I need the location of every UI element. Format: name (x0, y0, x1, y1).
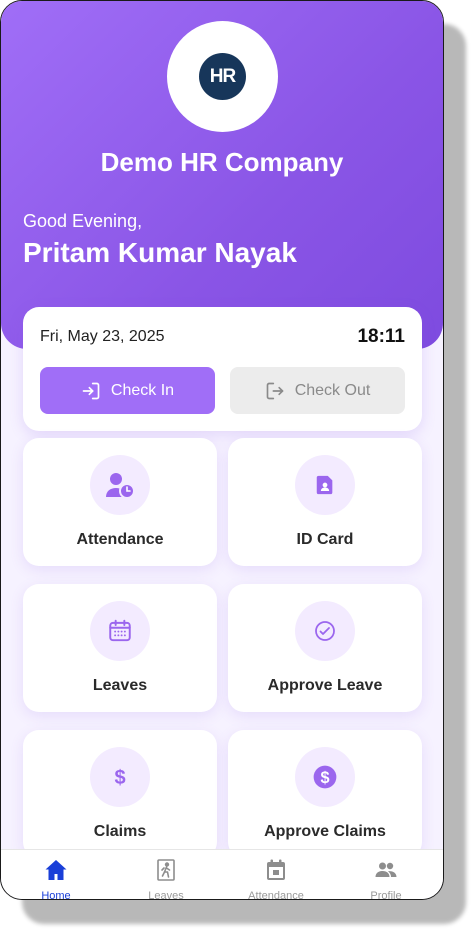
home-icon (45, 860, 67, 880)
approve-leave-icon-circle (295, 601, 355, 661)
check-in-label: Check In (110, 381, 175, 399)
company-logo: HR (167, 21, 278, 132)
exit-door-icon (157, 859, 175, 881)
check-out-label: Check Out (294, 381, 371, 399)
dollar-icon: $ (114, 767, 125, 789)
user-name: Pritam Kumar Nayak (23, 237, 297, 268)
id-card-icon-circle (295, 455, 355, 515)
user-clock-icon (106, 473, 135, 499)
dollar-circle-icon: $ (313, 765, 337, 789)
check-out-button[interactable]: Check Out (230, 367, 405, 414)
svg-text:$: $ (320, 769, 329, 787)
id-card-icon (316, 475, 333, 495)
check-card: Fri, May 23, 2025 18:11 Check In Check O… (23, 307, 422, 431)
calendar-icon (267, 859, 285, 880)
nav-profile[interactable]: Profile (331, 850, 441, 900)
tile-label: Approve Claims (264, 823, 386, 840)
phone-frame: HR Demo HR Company Good Evening, Pritam … (0, 0, 444, 900)
current-time: 18:11 (357, 326, 405, 347)
greeting-text: Good Evening, (23, 211, 143, 231)
tile-approve-leave[interactable]: Approve Leave (228, 584, 422, 712)
logout-icon (266, 382, 284, 399)
tile-label: Approve Leave (267, 677, 383, 694)
login-icon (82, 382, 100, 399)
tile-label: Claims (93, 823, 147, 840)
check-circle-icon (315, 621, 335, 641)
leaves-icon-circle (90, 601, 150, 661)
tile-attendance[interactable]: Attendance (23, 438, 217, 566)
tile-label: Attendance (76, 531, 164, 548)
calendar-icon (109, 619, 131, 642)
tile-approve-claims[interactable]: $ Approve Claims (228, 730, 422, 858)
users-icon (375, 862, 397, 877)
nav-label-home: Home (41, 890, 71, 900)
logo-mark: HR (199, 53, 246, 100)
nav-label-attendance: Attendance (248, 890, 304, 900)
bottom-nav: Home Leaves Attendance Profile (1, 849, 443, 900)
nav-attendance[interactable]: Attendance (221, 850, 331, 900)
header: HR Demo HR Company Good Evening, Pritam … (1, 1, 443, 349)
approve-claims-icon-circle: $ (295, 747, 355, 807)
claims-icon-circle: $ (90, 747, 150, 807)
nav-leaves[interactable]: Leaves (111, 850, 221, 900)
tile-label: Leaves (92, 677, 148, 694)
tile-claims[interactable]: $ Claims (23, 730, 217, 858)
nav-label-profile: Profile (370, 890, 402, 900)
check-in-button[interactable]: Check In (40, 367, 215, 414)
nav-label-leaves: Leaves (148, 890, 184, 900)
nav-home[interactable]: Home (1, 850, 111, 900)
tile-label: ID Card (296, 531, 354, 548)
tile-id-card[interactable]: ID Card (228, 438, 422, 566)
company-name: Demo HR Company (100, 147, 344, 177)
svg-text:$: $ (114, 767, 125, 789)
attendance-icon-circle (90, 455, 150, 515)
tile-leaves[interactable]: Leaves (23, 584, 217, 712)
current-date: Fri, May 23, 2025 (40, 328, 165, 345)
